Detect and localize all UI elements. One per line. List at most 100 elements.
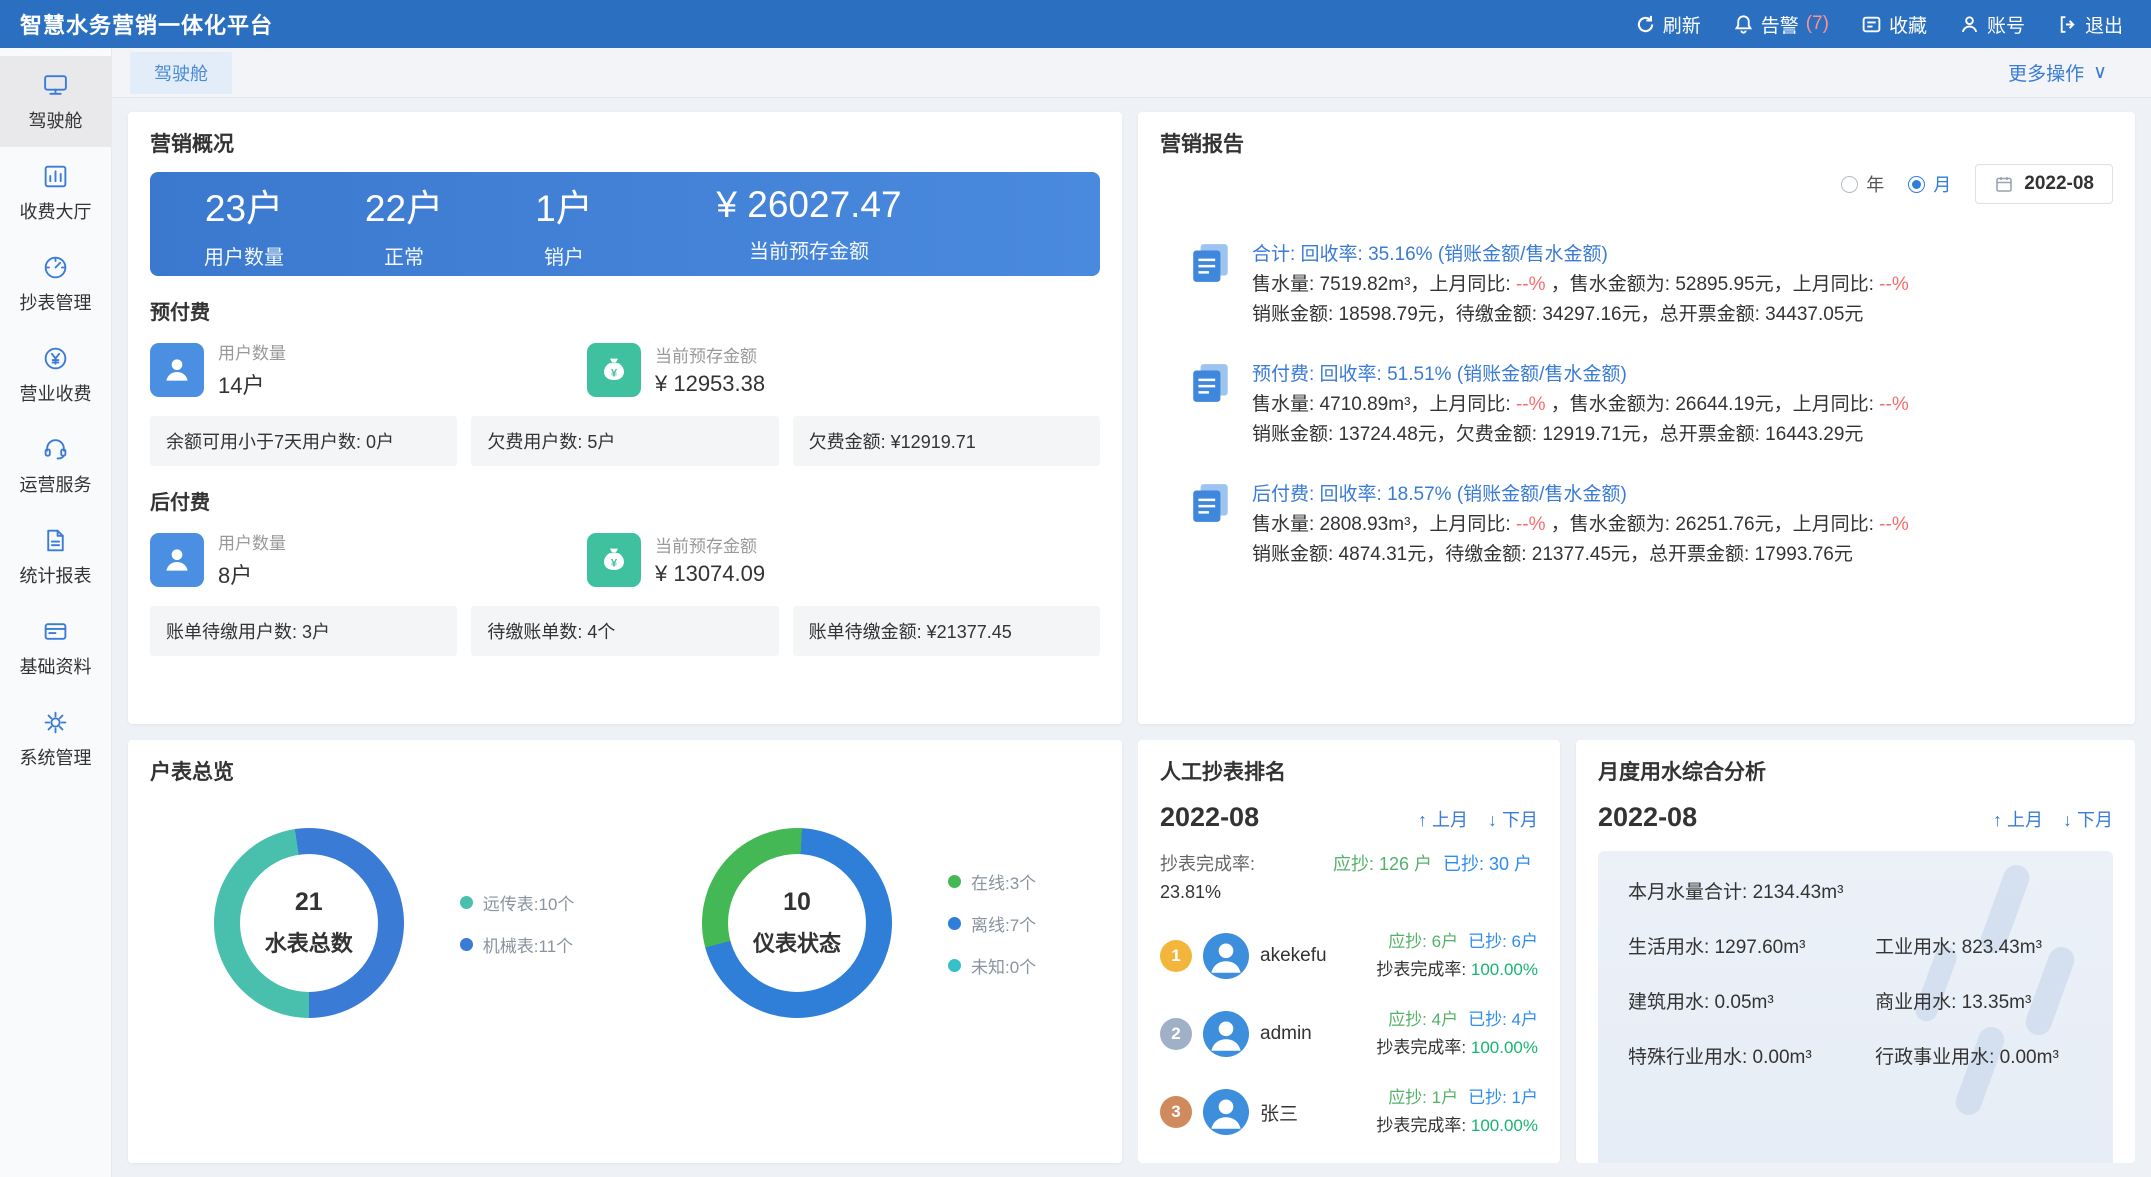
reader-stats: 应抄: 4户已抄: 4户 抄表完成率: 100.00% [1376,1006,1538,1062]
month-nav: ↑ 上月 ↓ 下月 [1418,806,1538,832]
stat-label: 抄表完成率: [1160,851,1325,879]
postpaid-tiles: 用户数量 8户 ¥ 当前预存金额 ¥ 13074.09 [150,529,1100,590]
sidebar-item-meter-reading[interactable]: 抄表管理 [0,238,111,329]
card-title: 月度用水综合分析 [1598,756,2113,786]
favorite-label: 收藏 [1889,11,1927,38]
account-button[interactable]: 账号 [1959,11,2025,38]
tile-text: 当前预存金额 ¥ 12953.38 [655,342,765,397]
strip-stat: 待缴账单数: 4个 [471,606,778,656]
sidebar-item-label: 统计报表 [20,562,92,588]
manual-reading-ranking-card: 人工抄表排名 2022-08 ↑ 上月 ↓ 下月 抄表完成率: 23.81% [1138,740,1560,1163]
report-text: 合计: 回收率: 35.16% (销账金额/售水金额) 售水量: 7519.82… [1252,240,1909,330]
card-title: 人工抄表排名 [1160,756,1538,786]
report-line2: 售水量: 4710.89m³，上月同比: --% ，售水金额为: 26644.1… [1252,390,1909,420]
prev-month-button[interactable]: ↑ 上月 [1993,806,2043,832]
bell-icon [1733,14,1754,35]
strip-stat: 欠费用户数: 5户 [471,416,778,466]
pct-change: --% [1879,394,1909,415]
stat-value: 30 户 [1489,854,1532,874]
favorite-button[interactable]: 收藏 [1861,11,1927,38]
pct-change: --% [1516,394,1546,415]
water-meter-donut-group: 21 水表总数 远传表:10个 机械表:11个 [214,828,575,1018]
usage-item: 行政事业用水: 0.00m³ [1875,1042,2083,1069]
money-bag-icon: ¥ [598,354,630,386]
user-icon [161,544,193,576]
radio-circle [1841,176,1858,193]
gear-icon [42,709,69,736]
logout-button[interactable]: 退出 [2057,11,2123,38]
next-month-button[interactable]: ↓ 下月 [2063,806,2113,832]
prepaid-tiles: 用户数量 14户 ¥ 当前预存金额 ¥ 12953.38 [150,339,1100,400]
report-line3: 销账金额: 13724.48元，欠费金额: 12919.71元，总开票金额: 1… [1252,420,1909,450]
legend-dot [948,959,961,972]
sidebar-item-statistics-report[interactable]: 统计报表 [0,511,111,602]
postpaid-deposit-tile: ¥ 当前预存金额 ¥ 13074.09 [587,529,1024,590]
prev-month-button[interactable]: ↑ 上月 [1418,806,1468,832]
card-title: 营销概况 [150,128,1100,158]
donut-label: 仪表状态 [753,926,841,958]
pct-change: --% [1879,514,1909,535]
monthly-usage-panel: 本月水量合计: 2134.43m³ 生活用水: 1297.60m³ 工业用水: … [1598,851,2113,1163]
month-nav: ↑ 上月 ↓ 下月 [1993,806,2113,832]
report-line3: 销账金额: 4874.31元，待缴金额: 21377.45元，总开票金额: 17… [1252,540,1909,570]
more-actions-dropdown[interactable]: 更多操作 ∨ [2008,59,2107,86]
next-month-button[interactable]: ↓ 下月 [1488,806,1538,832]
usage-item: 商业用水: 13.35m³ [1875,987,2083,1014]
headset-icon [42,436,69,463]
sidebar-item-system-management[interactable]: 系统管理 [0,693,111,784]
legend-dot [460,896,473,909]
tab-cockpit[interactable]: 驾驶舱 [130,52,232,94]
more-actions-label: 更多操作 [2008,59,2084,86]
bar-chart-icon [42,163,69,190]
legend-text: 机械表:11个 [483,932,573,957]
prepaid-deposit-tile: ¥ 当前预存金额 ¥ 12953.38 [587,339,1024,400]
radio-year[interactable]: 年 [1841,171,1884,197]
sidebar-item-business-fee[interactable]: 营业收费 [0,329,111,420]
report-line2: 售水量: 2808.93m³，上月同比: --% ，售水金额为: 26251.7… [1252,510,1909,540]
tile-label: 当前预存金额 [655,342,765,367]
row-rate-value: 100.00% [1471,1116,1538,1135]
sidebar-item-basic-data[interactable]: 基础资料 [0,602,111,693]
card-title: 户表总览 [150,756,1100,786]
sidebar-item-fee-hall[interactable]: 收费大厅 [0,147,111,238]
sidebar-item-cockpit[interactable]: 驾驶舱 [0,56,111,147]
overview-banner: 23户 用户数量 22户 正常 1户 销户 ¥ 26027.47 当前预存金额 [150,172,1100,276]
tile-text: 用户数量 8户 [218,529,286,590]
tile-value: ¥ 13074.09 [655,561,765,587]
water-meter-legend: 远传表:10个 机械表:11个 [460,890,575,957]
refresh-button[interactable]: 刷新 [1635,11,1701,38]
done-count: 已抄: 1户 [1468,1088,1538,1107]
report-doc-icon [1188,360,1234,450]
report-line3: 销账金额: 18598.79元，待缴金额: 34297.16元，总开票金额: 3… [1252,300,1909,330]
legend-dot [948,917,961,930]
sidebar-item-label: 基础资料 [20,653,92,679]
logout-label: 退出 [2085,11,2123,38]
sidebar-item-operation-service[interactable]: 运营服务 [0,420,111,511]
sidebar-item-label: 系统管理 [20,744,92,770]
pct-change: --% [1879,274,1909,295]
stat-value: 22户 [324,178,484,232]
arrow-up-icon: ↑ [1993,810,2002,830]
date-value: 2022-08 [2024,173,2094,195]
strip-stat: 欠费金额: ¥12919.71 [793,416,1100,466]
svg-text:¥: ¥ [611,367,618,379]
pct-change: --% [1516,274,1546,295]
money-bag-icon: ¥ [598,544,630,576]
legend-text: 在线:3个 [971,869,1036,894]
ranking-row: 3 张三 应抄: 1户已抄: 1户 抄表完成率: 100.00% [1160,1073,1538,1151]
due-reading-stat: 应抄: 126 户 [1325,851,1440,879]
alarm-button[interactable]: 告警 (7) [1733,11,1829,38]
prepaid-strips: 余额可用小于7天用户数: 0户 欠费用户数: 5户 欠费金额: ¥12919.7… [150,416,1100,466]
radio-month[interactable]: 月 [1908,171,1951,197]
marketing-report-card: 营销报告 年 月 2022-08 [1138,112,2135,724]
avatar [1203,1089,1249,1135]
stat-value: 23户 [164,178,324,232]
legend-item: 机械表:11个 [460,932,575,957]
ranking-row: 1 akekefu 应抄: 6户已抄: 6户 抄表完成率: 100.00% [1160,917,1538,995]
refresh-icon [1635,14,1656,35]
refresh-label: 刷新 [1663,11,1701,38]
radio-label: 年 [1866,171,1884,197]
date-picker[interactable]: 2022-08 [1975,164,2113,204]
donut-label: 水表总数 [265,926,353,958]
arrow-down-icon: ↓ [1488,810,1497,830]
